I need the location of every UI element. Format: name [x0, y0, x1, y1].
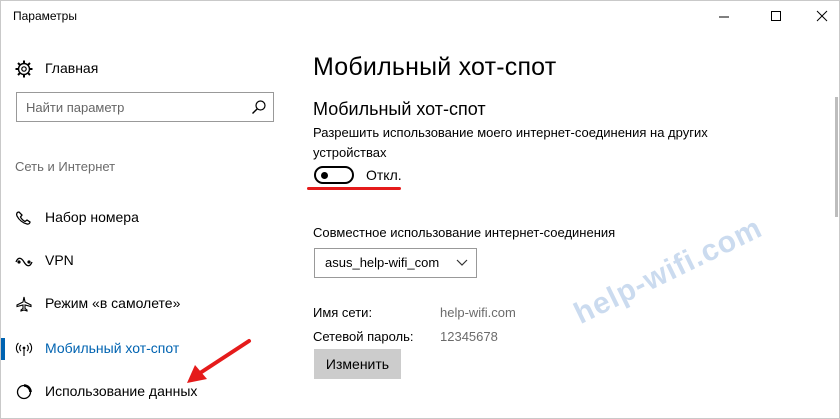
- chevron-down-icon: [456, 259, 468, 266]
- sidebar: Главная Сеть и Интернет Набор номера VPN: [1, 33, 293, 418]
- data-usage-icon: [16, 384, 32, 400]
- section-header: Сеть и Интернет: [15, 159, 116, 174]
- search-input[interactable]: [26, 98, 236, 116]
- annotation-underline: [307, 187, 401, 190]
- password-value: 12345678: [440, 329, 498, 344]
- section-title: Мобильный хот-спот: [313, 99, 486, 119]
- gear-icon: [15, 60, 33, 78]
- settings-window: Параметры Главная Найти параметр Сеть и …: [0, 0, 840, 419]
- sidebar-item-label: VPN: [45, 252, 74, 268]
- title-bar: Параметры: [1, 1, 839, 33]
- change-button[interactable]: Изменить: [314, 349, 401, 379]
- scrollbar[interactable]: [835, 97, 838, 217]
- nav-home[interactable]: Главная: [15, 57, 215, 79]
- search-box[interactable]: [16, 92, 274, 122]
- search-icon: [252, 100, 266, 114]
- minimize-icon: [719, 16, 729, 18]
- sidebar-item-airplane[interactable]: Режим «в самолете»: [1, 290, 293, 318]
- toggle-state-label: Откл.: [366, 167, 402, 183]
- sidebar-item-label: Набор номера: [45, 209, 139, 225]
- sidebar-item-label: Использование данных: [45, 383, 198, 399]
- sidebar-item-label: Мобильный хот-спот: [45, 340, 180, 356]
- vpn-icon: [15, 257, 33, 267]
- share-connection-dropdown[interactable]: asus_help-wifi_com: [314, 248, 477, 278]
- hotspot-toggle[interactable]: [314, 166, 354, 184]
- share-connection-label: Совместное использование интернет-соедин…: [313, 225, 616, 240]
- page-title: Мобильный хот-спот: [313, 53, 557, 81]
- dropdown-value: asus_help-wifi_com: [325, 255, 440, 270]
- password-label: Сетевой пароль:: [313, 329, 414, 344]
- network-name-value: help-wifi.com: [440, 305, 516, 320]
- annotation-arrow: [187, 339, 251, 383]
- selection-indicator: [1, 338, 5, 360]
- network-name-label: Имя сети:: [313, 305, 373, 320]
- nav-home-label: Главная: [45, 60, 99, 76]
- sidebar-item-vpn[interactable]: VPN: [1, 247, 293, 275]
- hotspot-description: Разрешить использование моего интернет-с…: [313, 125, 708, 160]
- maximize-button[interactable]: [753, 1, 799, 33]
- window-title: Параметры: [13, 9, 77, 23]
- sidebar-item-label: Режим «в самолете»: [45, 295, 181, 311]
- toggle-knob: [321, 172, 328, 179]
- dialup-icon: [15, 211, 31, 225]
- maximize-icon: [771, 11, 781, 21]
- minimize-button[interactable]: [701, 1, 747, 33]
- sidebar-item-dialup[interactable]: Набор номера: [1, 204, 293, 232]
- close-button[interactable]: [799, 1, 839, 33]
- hotspot-icon: [15, 342, 33, 356]
- close-icon: [816, 10, 828, 22]
- airplane-icon: [16, 296, 32, 312]
